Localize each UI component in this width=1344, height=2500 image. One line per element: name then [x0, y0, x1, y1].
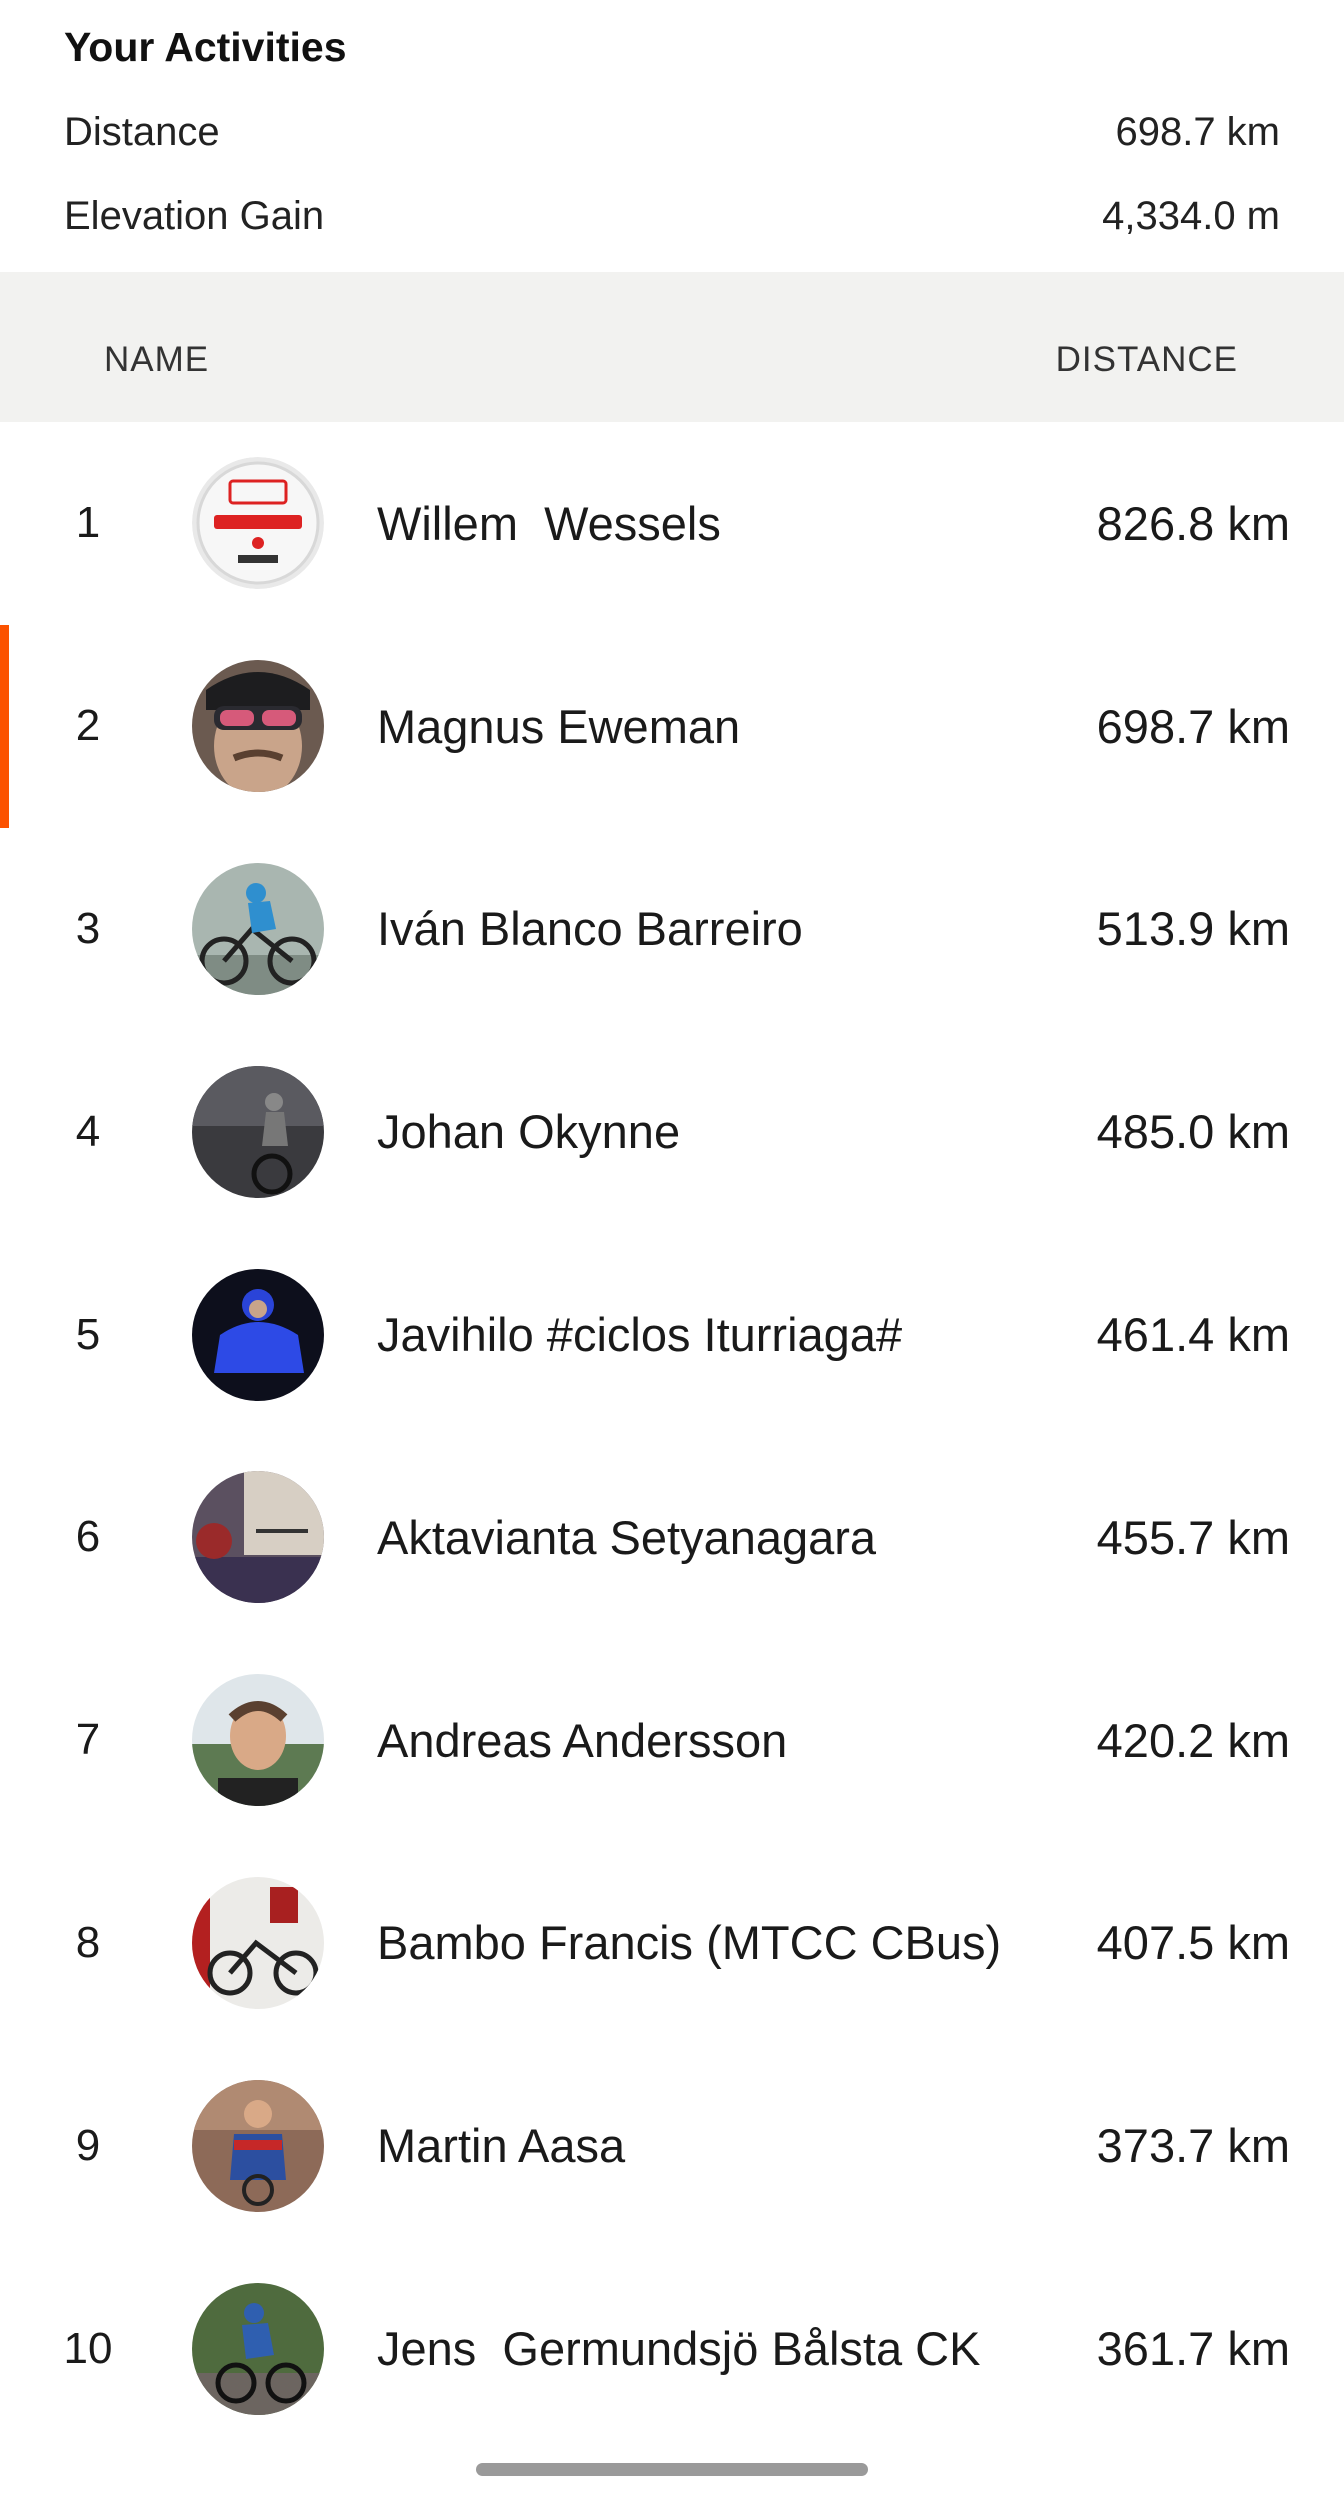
athlete-distance: 698.7 km: [1096, 699, 1290, 753]
elevation-value: 4,334.0 m: [1102, 193, 1280, 238]
athlete-distance: 407.5 km: [1096, 1916, 1290, 1970]
elevation-stat-row: Elevation Gain 4,334.0 m: [64, 186, 1280, 246]
rank: 4: [75, 1106, 101, 1156]
rank: 6: [75, 1512, 101, 1562]
athlete-name[interactable]: Magnus Eweman: [377, 699, 740, 754]
athlete-name[interactable]: Andreas Andersson: [377, 1713, 787, 1768]
athlete-name[interactable]: Jens Germundsjö Bålsta CK: [377, 2321, 980, 2376]
avatar[interactable]: [192, 862, 324, 995]
leaderboard-row[interactable]: 9 Martin Aasa 373.7 km: [0, 2044, 1344, 2247]
leaderboard-list: 1 Willem Wessels 826.8 km 2 Magnus Ewema…: [0, 422, 1344, 2450]
rank: 7: [75, 1715, 101, 1765]
rank: 9: [75, 2120, 101, 2170]
rank: 1: [75, 498, 101, 548]
avatar[interactable]: [192, 1471, 324, 1604]
athlete-name[interactable]: Willem Wessels: [377, 496, 721, 551]
leaderboard-row[interactable]: 4 Johan Okynne 485.0 km: [0, 1030, 1344, 1233]
name-column-header[interactable]: NAME: [104, 340, 209, 380]
athlete-name[interactable]: Martin Aasa: [377, 2118, 625, 2173]
rank: 10: [63, 2323, 113, 2373]
avatar[interactable]: [192, 1876, 324, 2009]
athlete-distance: 361.7 km: [1096, 2322, 1290, 2376]
athlete-distance: 826.8 km: [1096, 496, 1290, 550]
avatar[interactable]: [192, 1065, 324, 1198]
distance-value: 698.7 km: [1115, 109, 1280, 154]
athlete-distance: 461.4 km: [1096, 1308, 1290, 1362]
athlete-name[interactable]: Javihilo #ciclos Iturriaga#: [377, 1307, 902, 1362]
avatar[interactable]: [192, 457, 324, 590]
athlete-distance: 420.2 km: [1096, 1713, 1290, 1767]
distance-column-header[interactable]: DISTANCE: [1056, 340, 1238, 380]
leaderboard-row[interactable]: 7 Andreas Andersson 420.2 km: [0, 1639, 1344, 1842]
athlete-name[interactable]: Johan Okynne: [377, 1104, 680, 1159]
rank: 8: [75, 1917, 101, 1967]
your-activities-section: Your Activities Distance 698.7 km Elevat…: [0, 0, 1344, 272]
leaderboard-row[interactable]: 8 Bambo Francis (MTCC CBus) 407.5 km: [0, 1842, 1344, 2045]
leaderboard-row[interactable]: 1 Willem Wessels 826.8 km: [0, 422, 1344, 625]
elevation-label: Elevation Gain: [64, 193, 325, 238]
leaderboard-row-current-user[interactable]: 2 Magnus Eweman 698.7 km: [0, 624, 1344, 828]
leaderboard-row[interactable]: 10 Jens Germundsjö Bålsta CK 361.7 km: [0, 2247, 1344, 2450]
distance-label: Distance: [64, 109, 220, 154]
rank: 2: [75, 701, 101, 751]
athlete-distance: 455.7 km: [1096, 1510, 1290, 1564]
athlete-name[interactable]: Iván Blanco Barreiro: [377, 901, 803, 956]
avatar[interactable]: [192, 1268, 324, 1401]
avatar[interactable]: [192, 1674, 324, 1807]
athlete-distance: 373.7 km: [1096, 2119, 1290, 2173]
leaderboard-row[interactable]: 3 Iván Blanco Barreiro 513.9 km: [0, 828, 1344, 1031]
rank: 5: [75, 1309, 101, 1359]
home-indicator[interactable]: [476, 2463, 868, 2476]
athlete-distance: 513.9 km: [1096, 902, 1290, 956]
distance-stat-row: Distance 698.7 km: [64, 102, 1280, 162]
leaderboard-row[interactable]: 6 Aktavianta Setyanagara 455.7 km: [0, 1436, 1344, 1639]
avatar[interactable]: [192, 2079, 324, 2212]
athlete-distance: 485.0 km: [1096, 1105, 1290, 1159]
avatar[interactable]: [192, 660, 324, 793]
your-activities-title: Your Activities: [64, 24, 347, 70]
leaderboard-row[interactable]: 5 Javihilo #ciclos Iturriaga# 461.4 km: [0, 1233, 1344, 1436]
athlete-name[interactable]: Aktavianta Setyanagara: [377, 1510, 876, 1565]
rank: 3: [75, 903, 101, 953]
avatar[interactable]: [192, 2282, 324, 2415]
athlete-name[interactable]: Bambo Francis (MTCC CBus): [377, 1915, 1001, 1970]
leaderboard-header: NAME DISTANCE: [0, 272, 1344, 422]
